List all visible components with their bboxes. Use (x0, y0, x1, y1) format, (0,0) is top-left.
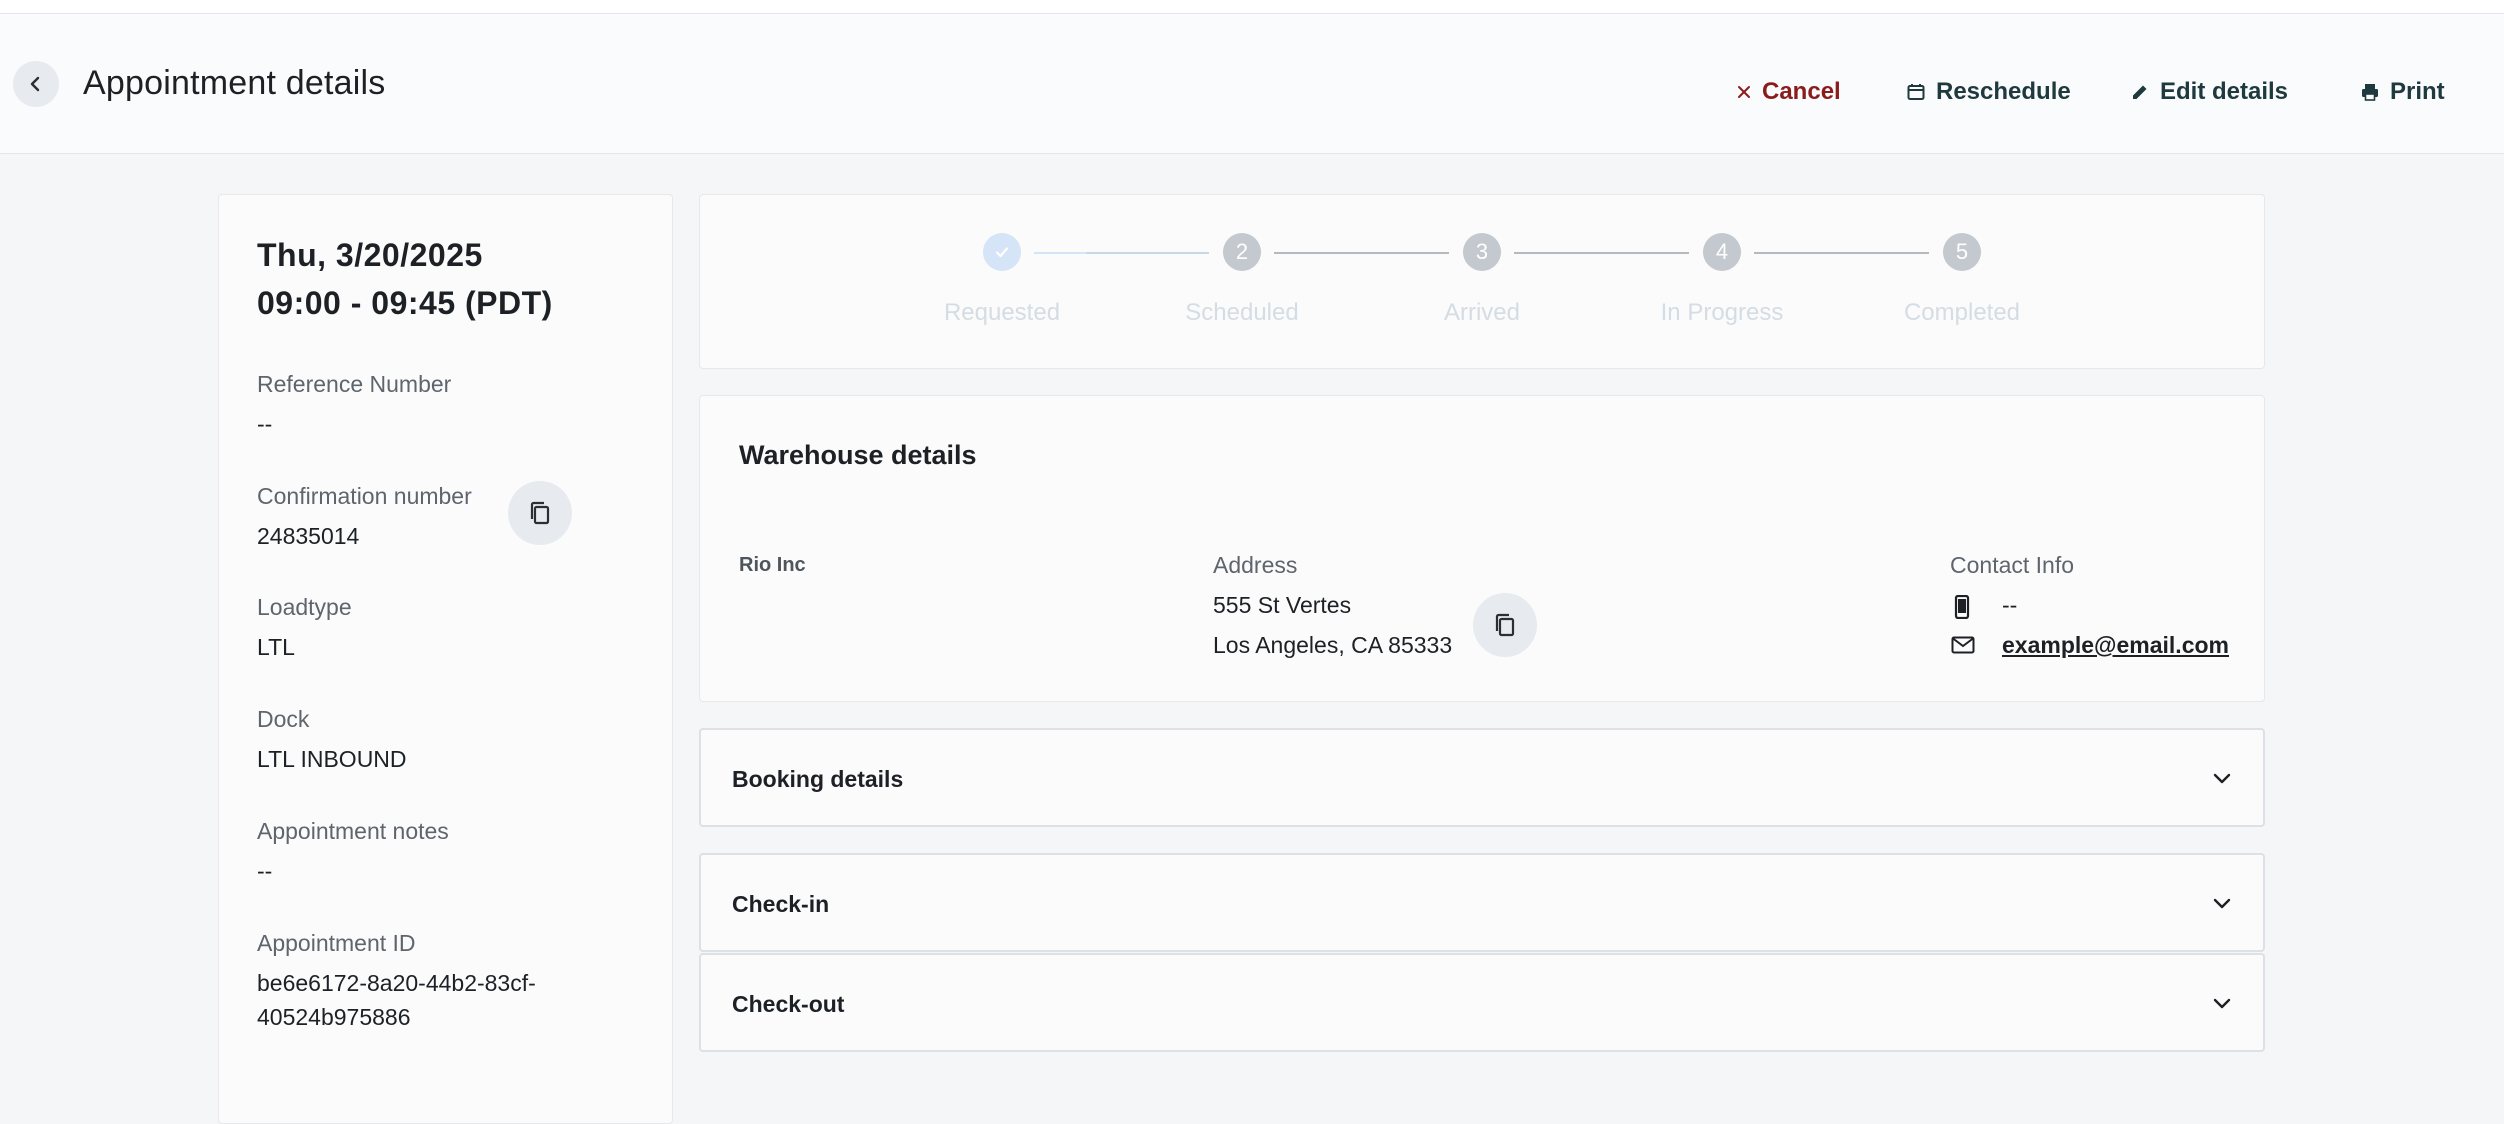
chevron-down-icon (2213, 898, 2231, 909)
step-label-in-progress: In Progress (1660, 299, 1784, 326)
check-in-title: Check-in (732, 891, 830, 917)
booking-details-accordion[interactable]: Booking details (699, 728, 2265, 827)
edit-details-button[interactable]: Edit details (2130, 78, 2288, 106)
reference-number-label: Reference Number (257, 371, 452, 397)
step-arrived: 3 (1463, 233, 1501, 271)
loadtype-value: LTL (257, 634, 295, 660)
back-button[interactable] (13, 61, 59, 107)
cancel-label: Cancel (1762, 78, 1841, 105)
contact-phone: -- (2002, 592, 2018, 618)
step-scheduled: 2 (1223, 233, 1261, 271)
booking-details-title: Booking details (732, 766, 904, 792)
step-label-scheduled: Scheduled (1185, 299, 1299, 326)
step-connector (1514, 252, 1689, 254)
phone-icon (1954, 595, 1970, 619)
warehouse-details-title: Warehouse details (739, 440, 977, 470)
appointment-id-value-line1: be6e6172-8a20-44b2-83cf- (257, 970, 536, 996)
step-label-completed: Completed (1903, 299, 2021, 326)
appointment-notes-label: Appointment notes (257, 818, 449, 844)
reschedule-label: Reschedule (1936, 78, 2071, 105)
appointment-date: Thu, 3/20/2025 (257, 237, 483, 273)
edit-details-label: Edit details (2160, 78, 2289, 105)
chevron-down-icon (2213, 773, 2231, 784)
step-completed: 5 (1943, 233, 1981, 271)
address-label: Address (1213, 552, 1298, 578)
warehouse-name: Rio Inc (739, 554, 806, 576)
reference-number-value: -- (257, 411, 273, 437)
step-requested (983, 233, 1021, 271)
reschedule-button[interactable]: Reschedule (1906, 78, 2071, 106)
dock-label: Dock (257, 706, 310, 732)
top-bar (0, 0, 2504, 14)
chevron-down-icon (2213, 998, 2231, 1009)
loadtype-label: Loadtype (257, 594, 352, 620)
appointment-id-value-line2: 40524b975886 (257, 1004, 411, 1030)
appointment-id-label: Appointment ID (257, 930, 416, 956)
appointment-notes-value: -- (257, 858, 273, 884)
dock-value: LTL INBOUND (257, 746, 407, 772)
appointment-summary-card: Thu, 3/20/2025 09:00 - 09:45 (PDT) Refer… (218, 194, 673, 1124)
step-connector (1034, 252, 1209, 254)
copy-confirmation-button[interactable] (508, 481, 572, 545)
check-out-title: Check-out (732, 991, 845, 1017)
check-icon (995, 247, 1009, 258)
status-stepper: 2 3 4 5 Requested Scheduled Arrived In P… (699, 194, 2265, 369)
address-line2: Los Angeles, CA 85333 (1213, 632, 1453, 658)
check-out-accordion[interactable]: Check-out (699, 953, 2265, 1052)
close-icon (1738, 86, 1750, 98)
step-connector (1754, 252, 1929, 254)
copy-icon (1495, 613, 1515, 637)
contact-info-label: Contact Info (1950, 552, 2075, 578)
confirmation-number-label: Confirmation number (257, 483, 472, 509)
address-line1: 555 St Vertes (1213, 592, 1352, 618)
warehouse-details-card: Warehouse details Rio Inc Address 555 St… (699, 395, 2265, 702)
copy-icon (530, 501, 550, 525)
page-title: Appointment details (83, 64, 386, 102)
check-in-accordion[interactable]: Check-in (699, 853, 2265, 952)
contact-email-link[interactable]: example@email.com (2002, 632, 2229, 659)
chevron-left-icon (30, 76, 40, 92)
pencil-icon (2133, 85, 2147, 99)
confirmation-number-value: 24835014 (257, 523, 360, 549)
step-connector (1274, 252, 1449, 254)
print-button[interactable]: Print (2360, 78, 2445, 106)
cancel-button[interactable]: Cancel (1736, 78, 1841, 106)
calendar-icon (1907, 84, 1925, 100)
appointment-time: 09:00 - 09:45 (PDT) (257, 285, 553, 321)
step-label-requested: Requested (943, 299, 1061, 326)
print-label: Print (2390, 78, 2445, 105)
mail-icon (1951, 636, 1975, 654)
copy-address-button[interactable] (1473, 593, 1537, 657)
printer-icon (2362, 84, 2378, 101)
step-label-arrived: Arrived (1443, 299, 1521, 326)
step-in-progress: 4 (1703, 233, 1741, 271)
page-header: Appointment details Cancel Reschedule Ed… (0, 14, 2504, 154)
